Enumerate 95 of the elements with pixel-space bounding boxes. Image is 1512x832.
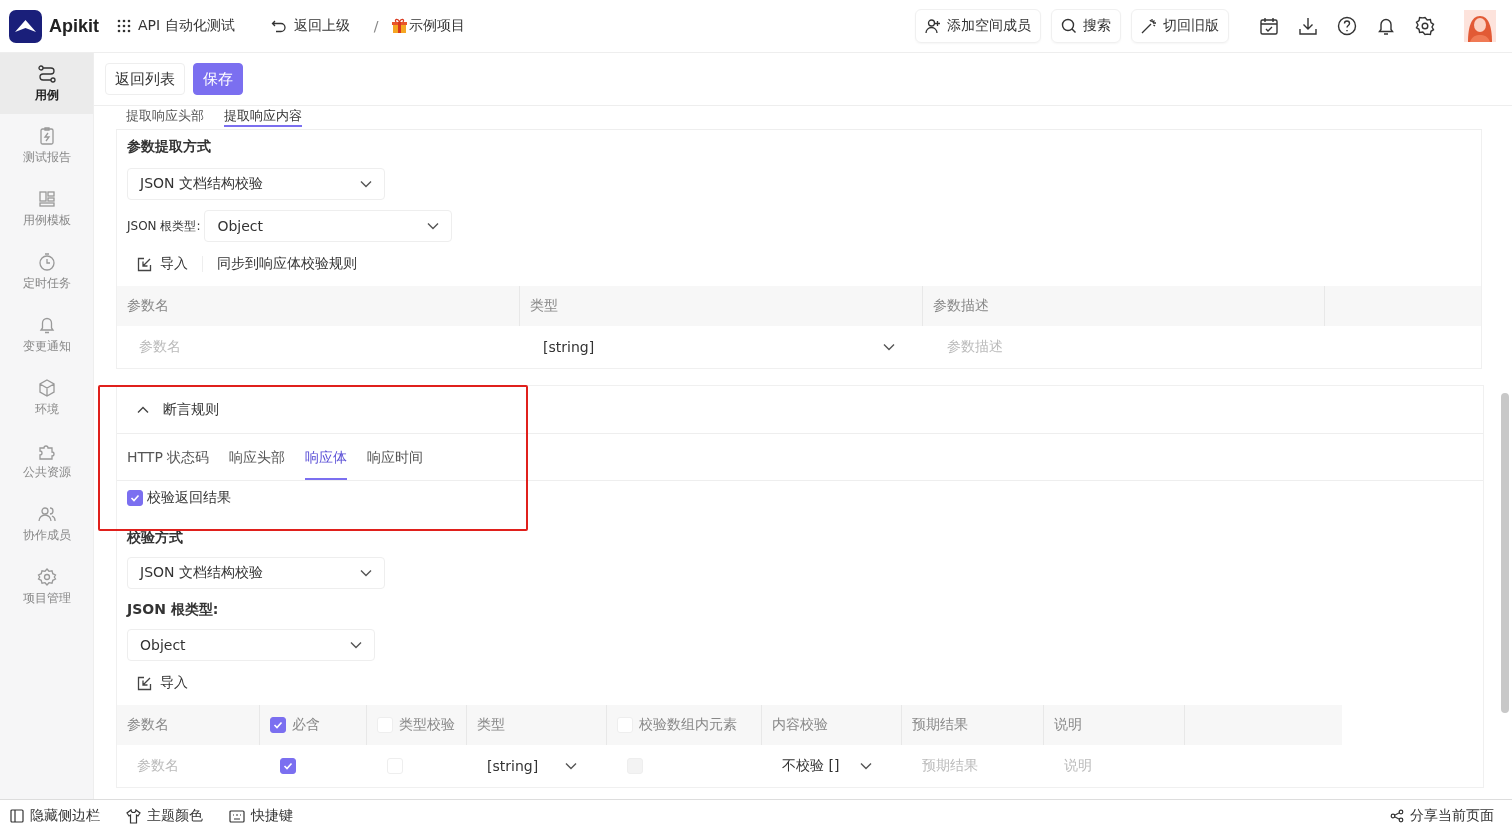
- tab[interactable]: 响应体: [305, 434, 348, 480]
- sidebar-item[interactable]: 项目管理: [0, 555, 93, 618]
- method-select[interactable]: JSON 文档结构校验: [127, 557, 385, 589]
- module-link[interactable]: API 自动化测试: [117, 17, 235, 35]
- settings-icon[interactable]: [1415, 16, 1435, 36]
- checkbox[interactable]: [127, 490, 143, 506]
- import-button[interactable]: 导入: [137, 674, 188, 692]
- tab[interactable]: 响应头部: [229, 434, 286, 480]
- import-icon: [137, 256, 152, 272]
- search-button[interactable]: 搜索: [1051, 9, 1121, 43]
- scrollbar[interactable]: [1501, 393, 1509, 713]
- import-icon: [137, 675, 152, 691]
- chevron-down-icon: [565, 762, 577, 770]
- shortcuts-button[interactable]: 快捷键: [229, 807, 293, 825]
- column-header: 类型: [519, 286, 923, 326]
- switch-version-button[interactable]: 切回旧版: [1131, 9, 1229, 43]
- column-header: 必含: [292, 716, 320, 734]
- sidebar-item[interactable]: 用例: [0, 53, 93, 114]
- gift-icon: [392, 18, 408, 34]
- logo-icon: [9, 9, 42, 43]
- chevron-down-icon: [350, 641, 362, 649]
- logo-text: Apikit: [49, 15, 99, 37]
- tab[interactable]: 响应时间: [367, 434, 424, 480]
- checkmark-icon: [282, 760, 294, 772]
- route-icon: [36, 63, 57, 84]
- chevron-down-icon: [860, 762, 872, 770]
- checkbox-label: 校验返回结果: [147, 489, 231, 507]
- magic-wand-icon: [1141, 18, 1157, 34]
- sidebar-item[interactable]: 协作成员: [0, 492, 93, 555]
- sidebar-icon: [10, 809, 24, 823]
- timer-icon: [36, 251, 57, 272]
- sidebar-item[interactable]: 公共资源: [0, 429, 93, 492]
- field-label: JSON 根类型:: [127, 217, 201, 235]
- calendar-icon[interactable]: [1259, 16, 1279, 36]
- back-to-list-button[interactable]: 返回列表: [105, 63, 185, 95]
- grid-icon: [117, 19, 131, 33]
- chevron-up-icon: [137, 405, 149, 414]
- root-type-select[interactable]: Object: [204, 210, 453, 242]
- keyboard-icon: [229, 809, 245, 823]
- section-label: 校验方式: [127, 529, 184, 547]
- column-header: 说明: [1054, 716, 1082, 734]
- column-header: 参数名: [127, 716, 169, 734]
- tab[interactable]: HTTP 状态码: [127, 434, 210, 480]
- avatar[interactable]: [1464, 10, 1496, 42]
- tab[interactable]: 提取响应头部: [126, 106, 204, 127]
- add-member-button[interactable]: 添加空间成员: [915, 9, 1041, 43]
- breadcrumb-separator: /: [373, 18, 379, 34]
- save-button[interactable]: 保存: [193, 63, 243, 95]
- back-link[interactable]: 返回上级: [270, 17, 350, 35]
- bell-icon[interactable]: [1376, 16, 1396, 36]
- column-header: 参数描述: [922, 286, 1326, 326]
- sidebar-item[interactable]: 测试报告: [0, 114, 93, 177]
- sidebar-item[interactable]: 环境: [0, 366, 93, 429]
- chevron-down-icon: [360, 569, 372, 577]
- chevron-down-icon: [427, 222, 440, 230]
- tab[interactable]: 提取响应内容: [224, 106, 302, 127]
- share-button[interactable]: 分享当前页面: [1390, 807, 1494, 825]
- chevron-down-icon: [360, 180, 372, 188]
- type-select[interactable]: [string]: [543, 339, 895, 355]
- column-header: 类型: [477, 716, 505, 734]
- content-check-select[interactable]: 不校验 []: [782, 757, 872, 775]
- cube-icon: [36, 377, 57, 398]
- checkbox[interactable]: [270, 717, 286, 733]
- layout-icon: [36, 188, 57, 209]
- column-header: 类型校验: [399, 716, 455, 734]
- root-type-select[interactable]: Object: [127, 629, 375, 661]
- column-header: 预期结果: [912, 716, 968, 734]
- column-header: 校验数组内元素: [639, 716, 737, 734]
- project-link[interactable]: 示例项目: [392, 17, 466, 35]
- import-button[interactable]: 导入: [137, 255, 188, 273]
- sidebar-item[interactable]: 变更通知: [0, 303, 93, 366]
- checkmark-icon: [129, 492, 141, 504]
- method-select[interactable]: JSON 文档结构校验: [127, 168, 385, 200]
- checkmark-icon: [272, 719, 284, 731]
- section-label: 参数提取方式: [127, 138, 212, 156]
- assert-rules-toggle[interactable]: 断言规则: [117, 386, 1483, 434]
- chevron-down-icon: [883, 343, 895, 351]
- undo-icon: [270, 19, 287, 33]
- help-icon[interactable]: [1337, 16, 1357, 36]
- sidebar-item[interactable]: 定时任务: [0, 240, 93, 303]
- column-header: 参数名: [117, 286, 520, 326]
- search-icon: [1061, 18, 1077, 34]
- shirt-icon: [126, 808, 141, 824]
- add-user-icon: [925, 18, 941, 34]
- share-icon: [1390, 809, 1404, 823]
- column-header: 内容校验: [772, 716, 828, 734]
- sync-button[interactable]: 同步到响应体校验规则: [217, 255, 357, 273]
- type-select[interactable]: [string]: [487, 758, 577, 774]
- settings-icon: [36, 566, 57, 587]
- sidebar-item[interactable]: 用例模板: [0, 177, 93, 240]
- checkbox[interactable]: [280, 758, 296, 774]
- section-label: JSON 根类型:: [127, 601, 220, 619]
- download-icon[interactable]: [1298, 16, 1318, 36]
- hide-sidebar-button[interactable]: 隐藏侧边栏: [10, 807, 100, 825]
- theme-color-button[interactable]: 主题颜色: [126, 807, 203, 825]
